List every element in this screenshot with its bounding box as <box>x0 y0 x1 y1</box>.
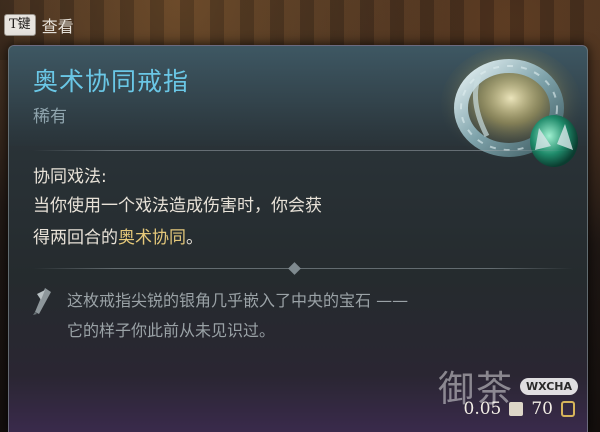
effect-line-2-suffix: 。 <box>186 228 203 248</box>
item-footer: 0.05 70 <box>463 399 575 419</box>
effect-line-2: 得两回合的奥术协同。 <box>33 222 453 254</box>
flavor-text: 这枚戒指尖锐的银角几乎嵌入了中央的宝石 —— 它的样子你此前从未见识过。 <box>67 286 537 346</box>
flavor-block: 这枚戒指尖锐的银角几乎嵌入了中央的宝石 —— 它的样子你此前从未见识过。 <box>31 286 571 346</box>
key-cap-t[interactable]: T键 <box>4 14 36 36</box>
game-scene: T键 查看 奥术协同戒指 稀有 协同戏法: 当你使用一个戏法造成伤害时，你会获 … <box>0 0 600 432</box>
inspect-hint[interactable]: T键 查看 <box>4 10 74 40</box>
effect-block: 协同戏法: 当你使用一个戏法造成伤害时，你会获 得两回合的奥术协同。 <box>33 164 453 254</box>
effect-title: 协同戏法: <box>33 167 107 187</box>
inspect-label: 查看 <box>41 17 74 36</box>
weight-icon <box>509 402 524 416</box>
keyword-arcane-synergy[interactable]: 奥术协同 <box>118 228 186 248</box>
item-rarity: 稀有 <box>33 107 67 127</box>
item-tooltip: 奥术协同戒指 稀有 协同戏法: 当你使用一个戏法造成伤害时，你会获 得两回合的奥… <box>8 45 588 432</box>
item-weight: 0.05 <box>463 399 502 419</box>
ring-icon <box>441 46 581 167</box>
coin-icon <box>561 401 575 417</box>
item-price: 70 <box>531 399 553 419</box>
divider-top <box>33 150 573 151</box>
item-name: 奥术协同戒指 <box>33 67 190 96</box>
flavor-line-2: 它的样子你此前从未见识过。 <box>67 321 276 340</box>
divider-diamond <box>288 262 301 275</box>
effect-line-1: 当你使用一个戏法造成伤害时，你会获 <box>33 196 322 216</box>
quill-icon <box>33 288 51 315</box>
effect-line-2-prefix: 得两回合的 <box>33 228 118 248</box>
divider-middle <box>33 268 573 269</box>
flavor-line-1: 这枚戒指尖锐的银角几乎嵌入了中央的宝石 —— <box>67 291 409 310</box>
